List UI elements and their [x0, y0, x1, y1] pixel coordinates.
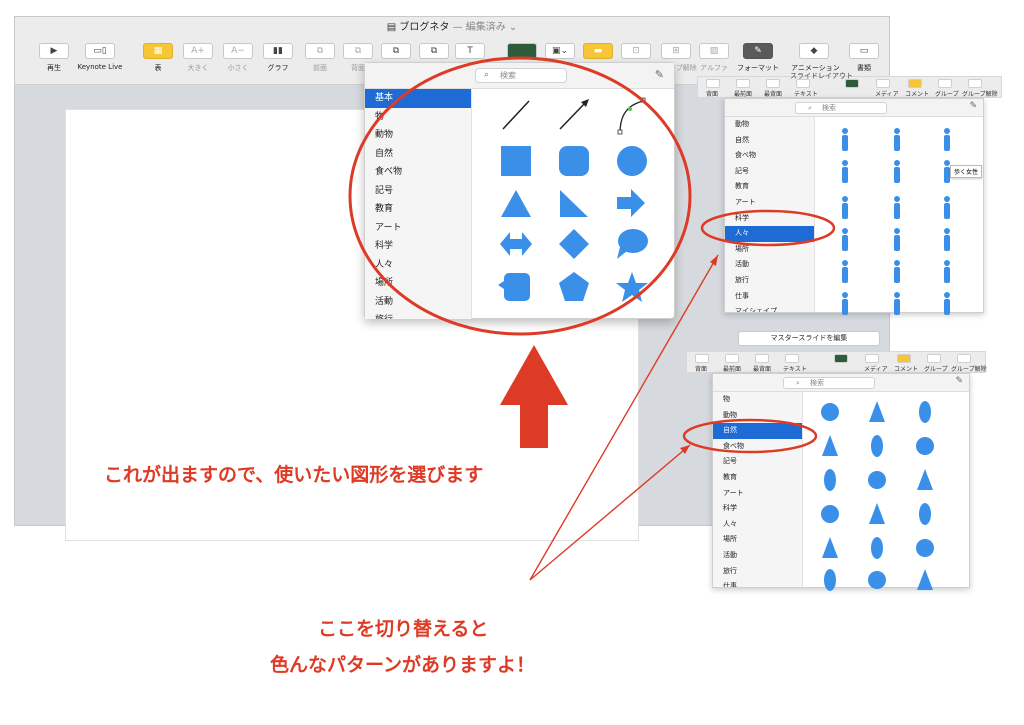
bottom-annotation-line2: 色んなパターンがありますよ！: [270, 654, 536, 676]
nature-category-highlight: [682, 418, 818, 454]
bottom-annotation-line1: ここを切り替えると: [318, 618, 489, 640]
people-category-highlight: [700, 209, 836, 247]
category-highlight-overlay: [682, 209, 836, 454]
main-annotation: これが出ますので、使いたい図形を選びます: [104, 464, 484, 486]
